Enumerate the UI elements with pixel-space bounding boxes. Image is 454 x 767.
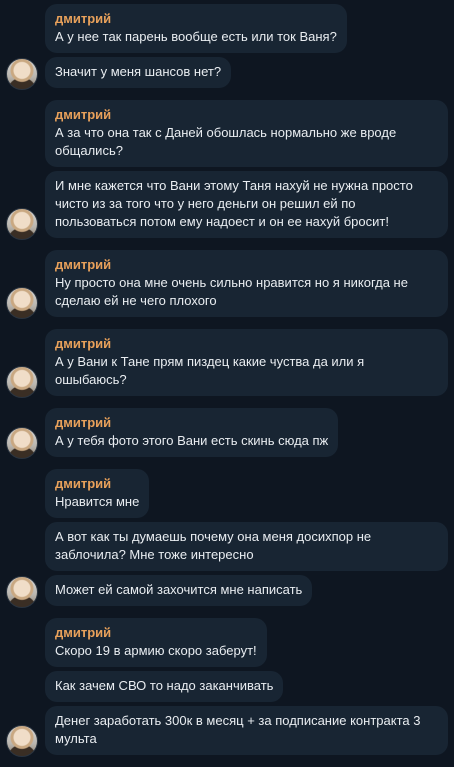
message-bubble[interactable]: Как зачем СВО то надо заканчивать — [45, 671, 284, 702]
message-text: Как зачем СВО то надо заканчивать — [55, 678, 274, 693]
message-text: А у тебя фото этого Вани есть скинь сюда… — [55, 433, 329, 448]
sender-name[interactable]: дмитрий — [55, 475, 139, 493]
message-row: дмитрий Нравится мне — [0, 469, 454, 522]
message-bubble[interactable]: дмитрий Скоро 19 в армию скоро заберут! — [45, 618, 267, 667]
message-group: дмитрий А за что она так с Даней обошлась… — [0, 100, 454, 242]
message-group: дмитрий Нравится мне А вот как ты думаешь … — [0, 469, 454, 610]
sender-name[interactable]: дмитрий — [55, 414, 328, 432]
message-group: дмитрий Ну просто она мне очень сильно нр… — [0, 250, 454, 321]
avatar[interactable] — [6, 208, 38, 240]
message-text: А вот как ты думаешь почему она меня дос… — [55, 529, 372, 562]
avatar[interactable] — [6, 725, 38, 757]
message-text: Может ей самой захочится мне написать — [55, 582, 303, 597]
message-row: Может ей самой захочится мне написать — [0, 575, 454, 610]
message-row: дмитрий Скоро 19 в армию скоро заберут! — [0, 618, 454, 671]
message-bubble[interactable]: дмитрий А у нее так парень вообще есть ил… — [45, 4, 347, 53]
avatar[interactable] — [6, 366, 38, 398]
message-text: Денег заработать 300к в месяц + за подпи… — [55, 713, 421, 746]
message-row: А вот как ты думаешь почему она меня дос… — [0, 522, 454, 575]
message-group: дмитрий А у тебя фото этого Вани есть ски… — [0, 408, 454, 461]
message-text: Ну просто она мне очень сильно нравится … — [55, 275, 408, 308]
message-text: А у Вани к Тане прям пиздец какие чуства… — [55, 354, 365, 387]
chat-history[interactable]: дмитрий А у нее так парень вообще есть ил… — [0, 4, 454, 767]
message-row: И мне кажется что Вани этому Таня нахуй … — [0, 171, 454, 242]
sender-name[interactable]: дмитрий — [55, 335, 438, 353]
message-row: дмитрий А у нее так парень вообще есть ил… — [0, 4, 454, 57]
message-text: Скоро 19 в армию скоро заберут! — [55, 643, 257, 658]
sender-name[interactable]: дмитрий — [55, 624, 257, 642]
message-row: Значит у меня шансов нет? — [0, 57, 454, 92]
message-bubble[interactable]: дмитрий Нравится мне — [45, 469, 150, 518]
message-bubble[interactable]: Может ей самой захочится мне написать — [45, 575, 313, 606]
message-group: дмитрий А у Вани к Тане прям пиздец какие… — [0, 329, 454, 400]
message-row: Как зачем СВО то надо заканчивать — [0, 671, 454, 706]
message-text: Значит у меня шансов нет? — [55, 64, 222, 79]
message-group: дмитрий А у нее так парень вообще есть ил… — [0, 4, 454, 92]
message-text: А за что она так с Даней обошлась нормал… — [55, 125, 397, 158]
message-bubble[interactable]: дмитрий Ну просто она мне очень сильно нр… — [45, 250, 448, 317]
message-row: Денег заработать 300к в месяц + за подпи… — [0, 706, 454, 759]
sender-name[interactable]: дмитрий — [55, 256, 438, 274]
message-bubble[interactable]: Значит у меня шансов нет? — [45, 57, 232, 88]
message-row: дмитрий А у Вани к Тане прям пиздец какие… — [0, 329, 454, 400]
message-bubble[interactable]: Денег заработать 300к в месяц + за подпи… — [45, 706, 448, 755]
message-bubble[interactable]: дмитрий А за что она так с Даней обошлась… — [45, 100, 448, 167]
sender-name[interactable]: дмитрий — [55, 10, 337, 28]
sender-name[interactable]: дмитрий — [55, 106, 438, 124]
message-bubble[interactable]: дмитрий А у Вани к Тане прям пиздец какие… — [45, 329, 448, 396]
message-row: дмитрий Ну просто она мне очень сильно нр… — [0, 250, 454, 321]
avatar[interactable] — [6, 427, 38, 459]
message-text: Нравится мне — [55, 494, 140, 509]
message-bubble[interactable]: И мне кажется что Вани этому Таня нахуй … — [45, 171, 448, 238]
message-text: А у нее так парень вообще есть или ток В… — [55, 29, 337, 44]
avatar[interactable] — [6, 58, 38, 90]
message-row: дмитрий А у тебя фото этого Вани есть ски… — [0, 408, 454, 461]
avatar[interactable] — [6, 576, 38, 608]
message-bubble[interactable]: дмитрий А у тебя фото этого Вани есть ски… — [45, 408, 339, 457]
message-row: дмитрий А за что она так с Даней обошлась… — [0, 100, 454, 171]
message-text: И мне кажется что Вани этому Таня нахуй … — [55, 178, 413, 229]
message-bubble[interactable]: А вот как ты думаешь почему она меня дос… — [45, 522, 448, 571]
message-group: дмитрий Скоро 19 в армию скоро заберут! Ка… — [0, 618, 454, 759]
avatar[interactable] — [6, 287, 38, 319]
